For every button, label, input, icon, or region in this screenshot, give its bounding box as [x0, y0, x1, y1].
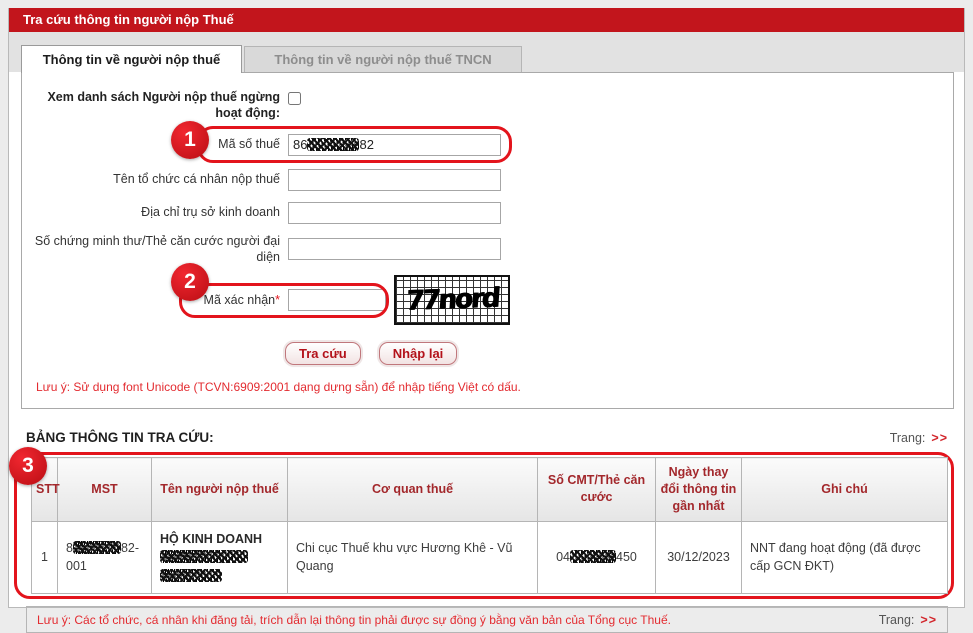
cell-last-change: 30/12/2023 [656, 521, 742, 594]
tab-bar: Thông tin về người nộp thuế Thông tin về… [9, 32, 964, 72]
id-card-label: Số chứng minh thư/Thẻ căn cước người đại… [22, 233, 280, 266]
redacted-name-line2 [160, 550, 248, 563]
captcha-label-text: Mã xác nhận [204, 293, 276, 307]
results-table-header-row: STT MST Tên người nộp thuế Cơ quan thuế … [32, 458, 948, 522]
results-title: BẢNG THÔNG TIN TRA CỨU: [26, 430, 214, 445]
paging-top: Trang: >> [890, 431, 948, 445]
inactive-taxpayers-row: Xem danh sách Người nộp thuế ngừng hoạt … [22, 89, 953, 122]
col-note: Ghi chú [742, 458, 948, 522]
cell-mst-suffix: 82- [121, 541, 139, 555]
tax-code-redacted [307, 138, 359, 151]
col-tax-office: Cơ quan thuế [288, 458, 538, 522]
captcha-row: Mã xác nhận* 77nord 2 [22, 275, 953, 325]
cell-id-card-suffix: 450 [616, 550, 637, 564]
cell-id-card: 04 450 [538, 521, 656, 594]
reset-button[interactable]: Nhập lại [379, 342, 458, 365]
col-id-card: Số CMT/Thẻ căn cước [538, 458, 656, 522]
results-header: BẢNG THÔNG TIN TRA CỨU: Trang: >> [26, 430, 948, 445]
cell-mst: 8 82- 001 [58, 521, 152, 594]
captcha-required-mark: * [275, 293, 280, 307]
address-label: Địa chỉ trụ sở kinh doanh [22, 204, 280, 220]
cell-stt: 1 [32, 521, 58, 594]
cell-tax-office: Chi cục Thuế khu vực Hương Khê - Vũ Quan… [288, 521, 538, 594]
form-buttons: Tra cứu Nhập lại [285, 342, 953, 365]
captcha-image-text: 77nord [405, 283, 499, 318]
cell-taxpayer-name: HỘ KINH DOANH [152, 521, 288, 594]
cell-taxpayer-name-redacted [160, 548, 279, 586]
paging-top-next-link[interactable]: >> [931, 431, 948, 445]
cell-id-card-redacted [570, 550, 616, 563]
page-title: Tra cứu thông tin người nộp Thuế [9, 8, 964, 32]
tax-code-input[interactable]: 86 82 [288, 134, 501, 156]
cell-note: NNT đang hoạt động (đã được cấp GCN ĐKT) [742, 521, 948, 594]
address-row: Địa chỉ trụ sở kinh doanh [22, 202, 953, 224]
org-name-input[interactable] [288, 169, 501, 191]
col-taxpayer-name: Tên người nộp thuế [152, 458, 288, 522]
tab-taxpayer-info-tncn[interactable]: Thông tin về người nộp thuế TNCN [244, 46, 522, 72]
org-name-row: Tên tổ chức cá nhân nộp thuế [22, 169, 953, 191]
search-button[interactable]: Tra cứu [285, 342, 361, 365]
results-table: STT MST Tên người nộp thuế Cơ quan thuế … [31, 457, 948, 594]
footer-bar: Lưu ý: Các tổ chức, cá nhân khi đăng tải… [26, 606, 948, 633]
col-last-change: Ngày thay đổi thông tin gần nhất [656, 458, 742, 522]
id-card-row: Số chứng minh thư/Thẻ căn cước người đại… [22, 233, 953, 266]
tax-code-label: Mã số thuế [22, 136, 280, 152]
id-card-input[interactable] [288, 238, 501, 260]
paging-top-label: Trang: [890, 431, 926, 445]
tab-taxpayer-info-tncn-label: Thông tin về người nộp thuế TNCN [274, 52, 491, 67]
table-row: 1 8 82- 001 HỘ KINH DOANH Chi cục Thuế khu… [32, 521, 948, 594]
col-stt: STT [32, 458, 58, 522]
address-input[interactable] [288, 202, 501, 224]
cell-mst-line2: 001 [66, 559, 87, 573]
captcha-image: 77nord [394, 275, 510, 325]
tab-taxpayer-info-label: Thông tin về người nộp thuế [43, 52, 221, 67]
cell-mst-redacted [73, 541, 121, 554]
captcha-label: Mã xác nhận* [22, 292, 280, 308]
cell-taxpayer-name-line1: HỘ KINH DOANH [160, 530, 279, 548]
tax-code-row: Mã số thuế 8682 1 [22, 134, 953, 156]
search-form-panel: Xem danh sách Người nộp thuế ngừng hoạt … [21, 72, 954, 409]
tab-taxpayer-info[interactable]: Thông tin về người nộp thuế [21, 45, 242, 73]
tax-code-value-prefix: 86 [293, 137, 307, 152]
inactive-taxpayers-checkbox[interactable] [288, 92, 301, 105]
tax-code-value-suffix: 82 [359, 137, 373, 152]
results-table-wrapper: 3 STT MST Tên người nộp thuế Cơ quan thu… [14, 452, 954, 599]
col-mst: MST [58, 458, 152, 522]
captcha-input[interactable] [288, 289, 386, 311]
main-window: Tra cứu thông tin người nộp Thuế Thông t… [8, 8, 965, 608]
org-name-label: Tên tổ chức cá nhân nộp thuế [22, 171, 280, 187]
cell-mst-prefix: 8 [66, 541, 73, 555]
cell-id-card-prefix: 04 [556, 550, 570, 564]
unicode-note: Lưu ý: Sử dụng font Unicode (TCVN:6909:2… [36, 380, 953, 394]
inactive-taxpayers-label: Xem danh sách Người nộp thuế ngừng hoạt … [22, 89, 280, 122]
redacted-name-line3 [160, 569, 222, 582]
